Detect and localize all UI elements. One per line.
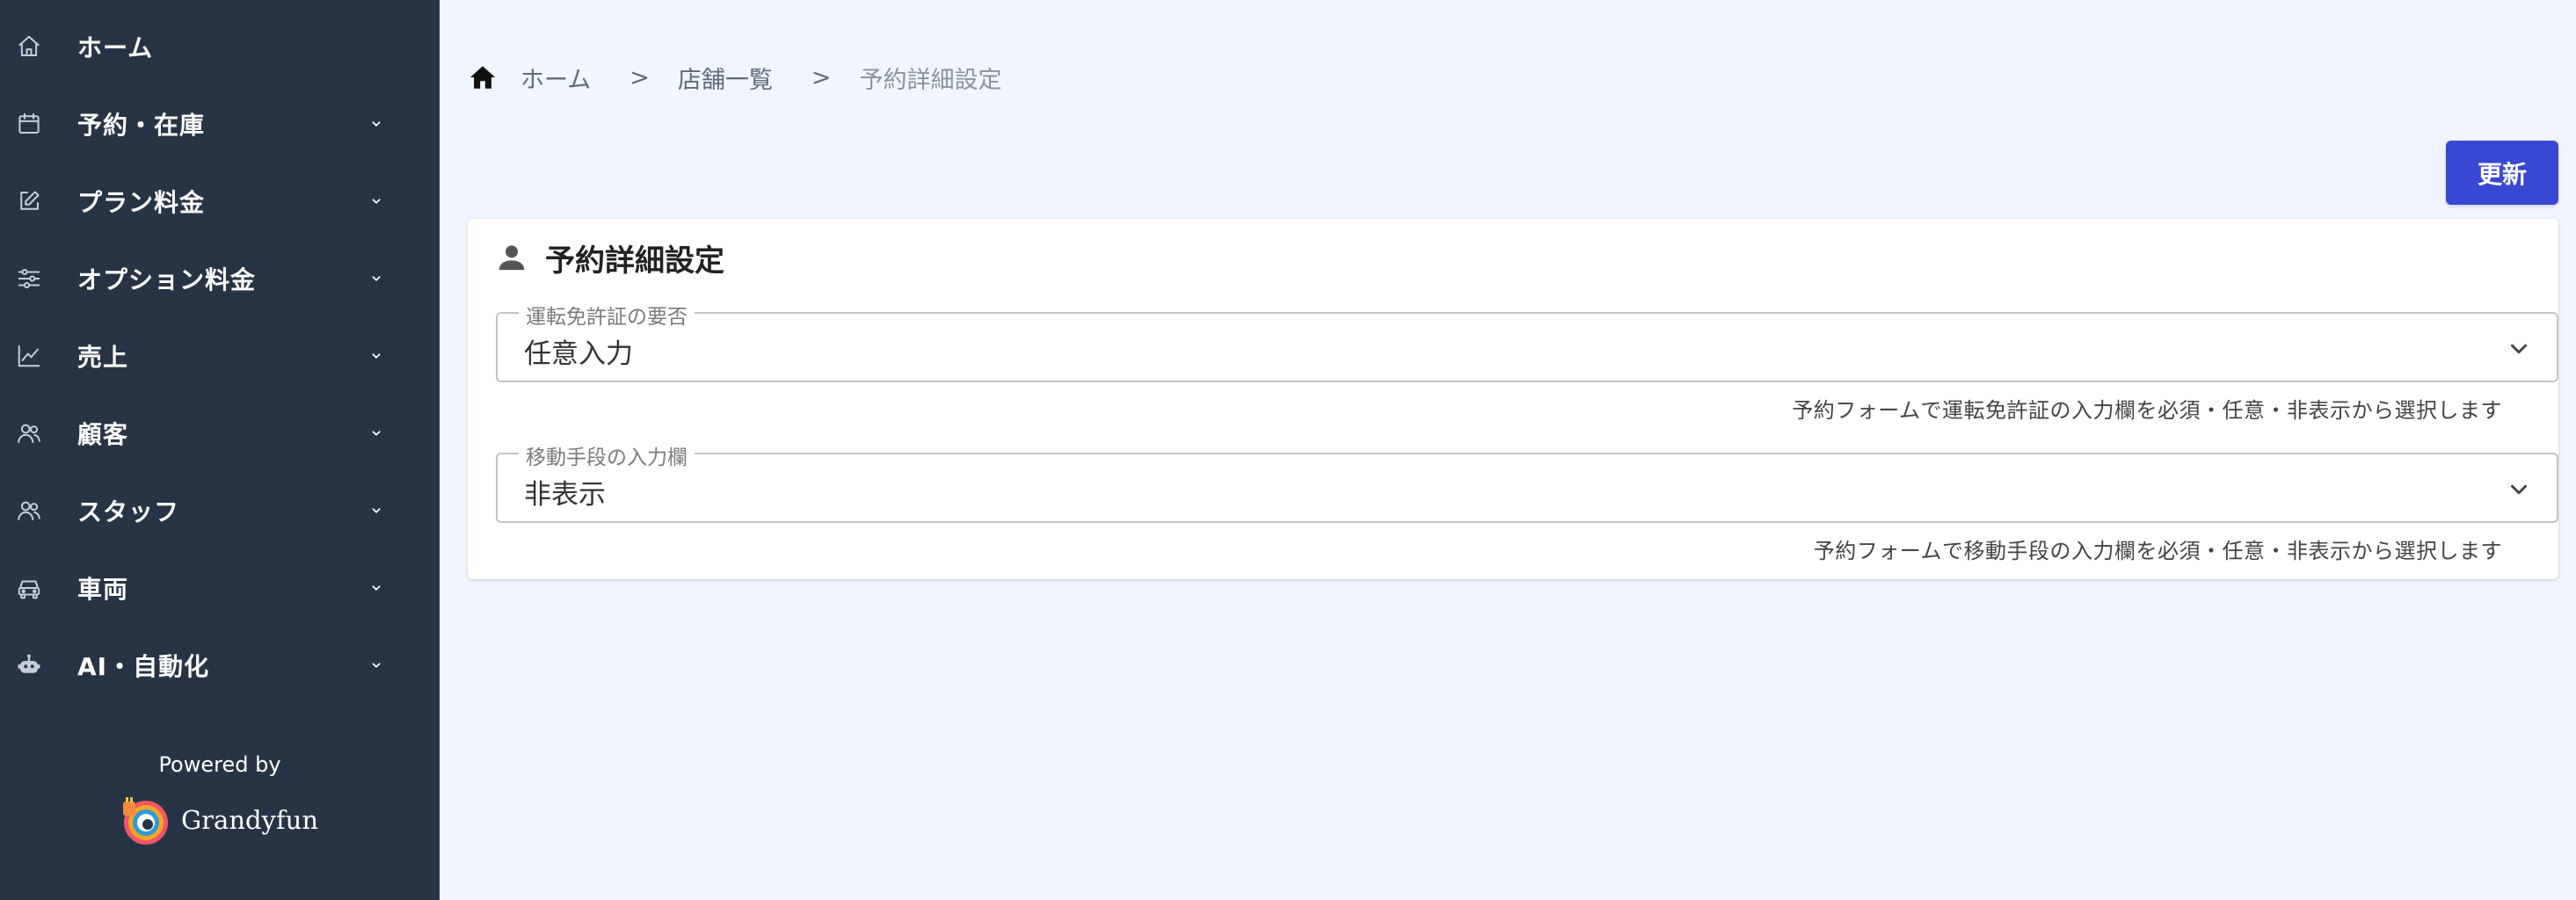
breadcrumb-store-list[interactable]: 店舗一覧 bbox=[678, 61, 773, 95]
breadcrumb: ホーム > 店舗一覧 > 予約詳細設定 bbox=[468, 58, 1001, 97]
transport-field-label: 移動手段の入力欄 bbox=[519, 440, 695, 470]
breadcrumb-separator: > bbox=[811, 63, 832, 91]
robot-icon bbox=[16, 652, 42, 679]
users-icon bbox=[16, 497, 42, 524]
license-requirement-select[interactable]: 運転免許証の要否 任意入力 bbox=[496, 300, 2558, 382]
chevron-down-icon bbox=[367, 425, 385, 442]
sidebar-item-label: プラン料金 bbox=[77, 188, 206, 217]
card-header: 予約詳細設定 bbox=[494, 238, 724, 279]
chevron-down-icon bbox=[367, 192, 385, 210]
breadcrumb-home[interactable]: ホーム bbox=[520, 61, 591, 95]
sidebar-item-customers[interactable]: 顧客 bbox=[0, 395, 440, 472]
sidebar-item-label: 車両 bbox=[77, 575, 129, 604]
sidebar-item-plan-pricing[interactable]: プラン料金 bbox=[0, 163, 440, 240]
transport-field-helper: 予約フォームで移動手段の入力欄を必須・任意・非表示から選択します bbox=[1813, 539, 2502, 563]
brand-logo[interactable]: Grandyfun bbox=[118, 789, 318, 851]
calendar-icon bbox=[16, 111, 42, 137]
breadcrumb-separator: > bbox=[629, 63, 650, 91]
chart-line-icon bbox=[16, 343, 42, 369]
edit-icon bbox=[16, 188, 42, 214]
chevron-down-icon bbox=[367, 270, 385, 287]
person-icon bbox=[498, 245, 525, 271]
sidebar-item-ai-automation[interactable]: AI・自動化 bbox=[0, 627, 440, 704]
chevron-down-icon bbox=[367, 115, 385, 133]
sidebar-item-label: 顧客 bbox=[77, 420, 129, 449]
license-requirement-helper: 予約フォームで運転免許証の入力欄を必須・任意・非表示から選択します bbox=[1792, 398, 2502, 423]
sidebar-item-home[interactable]: ホーム bbox=[0, 8, 440, 85]
home-icon[interactable] bbox=[468, 62, 498, 92]
card-title: 予約詳細設定 bbox=[545, 243, 724, 279]
sliders-icon bbox=[16, 265, 42, 292]
chevron-down-icon bbox=[367, 502, 385, 519]
chevron-down-icon bbox=[367, 657, 385, 674]
chevron-down-icon bbox=[367, 347, 385, 365]
sidebar-item-label: オプション料金 bbox=[77, 265, 257, 294]
transport-field-value: 非表示 bbox=[524, 479, 606, 511]
brand-name: Grandyfun bbox=[181, 805, 319, 835]
breadcrumb-current: 予約詳細設定 bbox=[859, 66, 1002, 94]
sidebar-item-label: スタッフ bbox=[77, 497, 180, 526]
grandyfun-logo-icon bbox=[123, 797, 168, 845]
sidebar-item-label: ホーム bbox=[77, 33, 154, 62]
sidebar-item-staff[interactable]: スタッフ bbox=[0, 472, 440, 549]
sidebar-item-label: 売上 bbox=[77, 343, 129, 372]
users-icon bbox=[16, 420, 42, 446]
transport-field-select[interactable]: 移動手段の入力欄 非表示 bbox=[496, 440, 2558, 523]
home-outline-icon bbox=[16, 33, 42, 60]
license-requirement-value: 任意入力 bbox=[524, 338, 633, 370]
update-button[interactable]: 更新 bbox=[2446, 141, 2558, 205]
sidebar-item-label: 予約・在庫 bbox=[77, 111, 206, 140]
car-icon bbox=[16, 575, 42, 601]
sidebar-item-label: AI・自動化 bbox=[77, 652, 210, 681]
sidebar-item-sales[interactable]: 売上 bbox=[0, 317, 440, 395]
reservation-settings-card: 予約詳細設定 運転免許証の要否 任意入力 予約フォームで運転免許証の入力欄を必須… bbox=[468, 219, 2558, 579]
sidebar-item-option-pricing[interactable]: オプション料金 bbox=[0, 240, 440, 317]
powered-by-text: Powered by bbox=[158, 752, 281, 777]
license-requirement-label: 運転免許証の要否 bbox=[519, 300, 695, 330]
chevron-down-icon bbox=[2511, 484, 2527, 495]
chevron-down-icon bbox=[2511, 344, 2527, 354]
app-root: ホーム 予約・在庫 プラン料金 オプション料金 売上 顧客 スタッフ 車両 AI… bbox=[0, 0, 2576, 900]
sidebar: ホーム 予約・在庫 プラン料金 オプション料金 売上 顧客 スタッフ 車両 AI… bbox=[0, 0, 440, 900]
sidebar-item-reservations[interactable]: 予約・在庫 bbox=[0, 85, 440, 163]
sidebar-item-vehicles[interactable]: 車両 bbox=[0, 549, 440, 627]
chevron-down-icon bbox=[367, 579, 385, 597]
